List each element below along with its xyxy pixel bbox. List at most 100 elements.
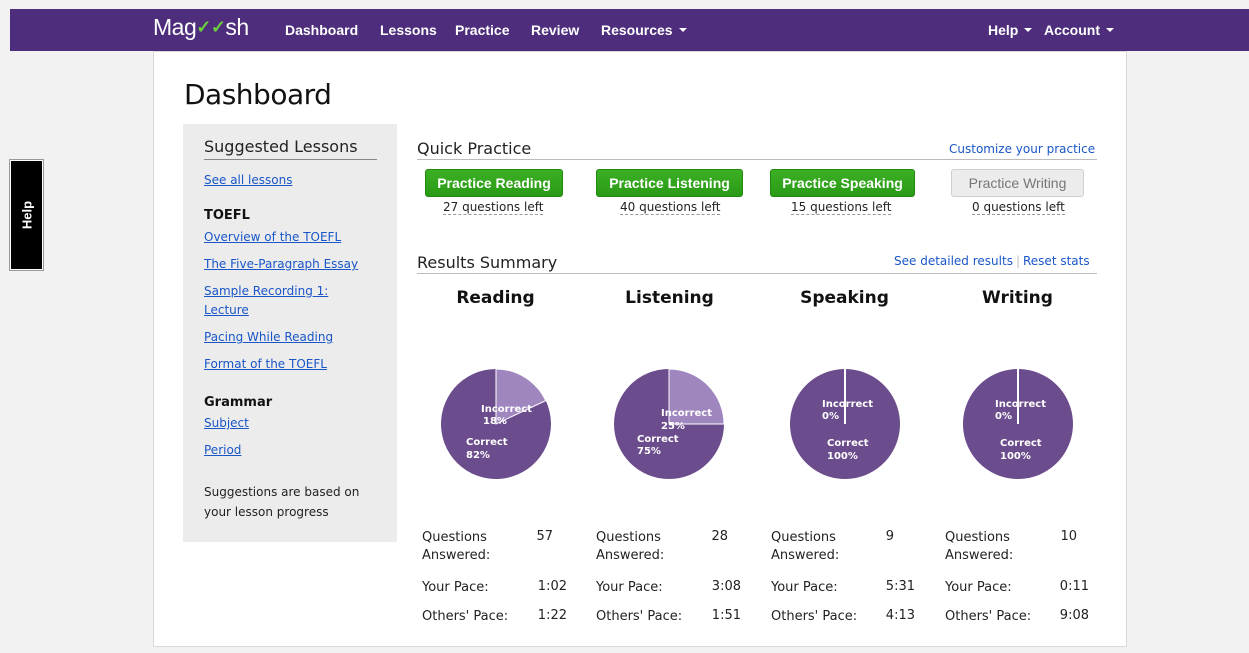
reading-pie-chart: Incorrect 18% Correct 82% — [441, 368, 551, 479]
help-side-tab-label: Help — [19, 200, 34, 230]
reading-questions-left: 27 questions left — [443, 200, 544, 215]
caret-down-icon — [1106, 28, 1114, 32]
lesson-link[interactable]: Sample Recording 1: — [204, 282, 328, 301]
results-links: See detailed results | Reset stats — [894, 254, 1090, 268]
magoosh-logo[interactable]: Mag✓✓sh — [153, 14, 249, 41]
pie-incorrect-label: Incorrect — [661, 408, 712, 419]
nav-review[interactable]: Review — [531, 22, 579, 38]
pie-incorrect-pct: 0% — [995, 411, 1012, 422]
nav-lessons[interactable]: Lessons — [380, 22, 437, 38]
questions-answered-label: Questions Answered: — [945, 529, 1013, 565]
see-all-lessons-link[interactable]: See all lessons — [204, 171, 292, 190]
lesson-link[interactable]: Overview of the TOEFL — [204, 228, 341, 247]
reading-pie-svg: Incorrect 18% Correct 82% — [441, 368, 551, 479]
answered-label: Answered: — [945, 548, 1014, 563]
lesson-link[interactable]: Pacing While Reading — [204, 328, 333, 347]
lesson-link[interactable]: The Five-Paragraph Essay — [204, 255, 358, 274]
answered-label: Answered: — [771, 548, 840, 563]
listening-questions-answered: 28 — [711, 529, 728, 544]
answered-label: Answered: — [596, 548, 665, 563]
pie-incorrect-label: Incorrect — [995, 399, 1046, 410]
writing-pie-chart: Incorrect 0% Correct 100% — [962, 369, 1073, 479]
nav-help[interactable]: Help — [988, 22, 1033, 38]
nav-dashboard[interactable]: Dashboard — [285, 22, 358, 38]
speaking-others-pace: 4:13 — [885, 608, 915, 623]
lesson-link[interactable]: Format of the TOEFL — [204, 355, 327, 374]
writing-results-title: Writing — [982, 288, 1053, 308]
nav-practice[interactable]: Practice — [455, 22, 509, 38]
questions-answered-label: Questions Answered: — [596, 529, 664, 565]
lesson-link[interactable]: Period — [204, 441, 241, 460]
reading-your-pace: 1:02 — [537, 579, 567, 594]
questions-label: Questions — [771, 530, 836, 545]
practice-writing-button[interactable]: Practice Writing — [951, 169, 1084, 197]
help-side-tab[interactable]: Help — [10, 160, 43, 270]
reading-results-title: Reading — [456, 288, 535, 308]
others-pace-label: Others' Pace: — [945, 609, 1032, 624]
writing-your-pace: 0:11 — [1059, 579, 1089, 594]
speaking-your-pace: 5:31 — [885, 579, 915, 594]
others-pace-label: Others' Pace: — [596, 609, 683, 624]
speaking-questions-left: 15 questions left — [791, 200, 892, 215]
customize-practice-link[interactable]: Customize your practice — [949, 142, 1095, 156]
pie-incorrect-pct: 18% — [483, 416, 507, 427]
nav-resources[interactable]: Resources — [601, 22, 687, 38]
listening-pie-svg: Incorrect 25% Correct 75% — [614, 368, 725, 479]
reset-stats-link[interactable]: Reset stats — [1023, 254, 1090, 268]
suggested-lessons-heading: Suggested Lessons — [204, 137, 377, 160]
your-pace-label: Your Pace: — [771, 580, 838, 595]
writing-questions-answered: 10 — [1060, 529, 1077, 544]
pie-correct-pct: 75% — [637, 446, 661, 457]
pie-correct-pct: 100% — [827, 451, 858, 462]
your-pace-label: Your Pace: — [596, 580, 663, 595]
questions-answered-label: Questions Answered: — [422, 529, 490, 565]
others-pace-label: Others' Pace: — [422, 609, 509, 624]
your-pace-label: Your Pace: — [422, 580, 489, 595]
questions-label: Questions — [596, 530, 661, 545]
pie-correct-pct: 82% — [466, 450, 490, 461]
link-separator: | — [1015, 254, 1020, 268]
listening-others-pace: 1:51 — [711, 608, 741, 623]
listening-questions-left: 40 questions left — [620, 200, 721, 215]
reading-questions-answered: 57 — [536, 529, 553, 544]
suggested-lessons-sidebar: Suggested Lessons See all lessons TOEFL … — [183, 124, 397, 542]
dashboard-panel: Dashboard Suggested Lessons See all less… — [153, 51, 1127, 647]
writing-pie-svg: Incorrect 0% Correct 100% — [962, 369, 1073, 479]
reading-others-pace: 1:22 — [537, 608, 567, 623]
listening-results-title: Listening — [625, 288, 714, 308]
toefl-heading: TOEFL — [204, 208, 250, 223]
pie-correct-label: Correct — [637, 434, 679, 445]
answered-label: Answered: — [422, 548, 491, 563]
page-title: Dashboard — [184, 78, 332, 111]
lesson-link[interactable]: Lecture — [204, 301, 249, 320]
nav-account-label: Account — [1044, 22, 1100, 38]
speaking-questions-answered: 9 — [885, 529, 894, 544]
caret-down-icon — [1024, 28, 1033, 32]
pie-correct-label: Correct — [466, 437, 508, 448]
practice-speaking-button[interactable]: Practice Speaking — [770, 169, 915, 197]
pie-incorrect-pct: 0% — [822, 411, 839, 422]
grammar-heading: Grammar — [204, 395, 273, 410]
pie-incorrect-label: Incorrect — [481, 404, 532, 415]
speaking-pie-chart: Incorrect 0% Correct 100% — [789, 369, 900, 479]
your-pace-label: Your Pace: — [945, 580, 1012, 595]
nav-resources-label: Resources — [601, 22, 673, 38]
speaking-pie-svg: Incorrect 0% Correct 100% — [789, 369, 900, 479]
others-pace-label: Others' Pace: — [771, 609, 858, 624]
practice-reading-button[interactable]: Practice Reading — [425, 169, 563, 197]
questions-label: Questions — [422, 530, 487, 545]
see-detailed-results-link[interactable]: See detailed results — [894, 254, 1013, 268]
pie-correct-pct: 100% — [1000, 451, 1031, 462]
nav-account[interactable]: Account — [1044, 22, 1114, 38]
writing-questions-left: 0 questions left — [972, 200, 1065, 215]
questions-answered-label: Questions Answered: — [771, 529, 839, 565]
logo-text-left: Mag — [153, 14, 197, 40]
pie-incorrect-pct: 25% — [661, 421, 685, 432]
lesson-link[interactable]: Subject — [204, 414, 249, 433]
logo-text-right: sh — [225, 14, 249, 40]
caret-down-icon — [678, 28, 687, 32]
practice-listening-button[interactable]: Practice Listening — [596, 169, 743, 197]
listening-pie-chart: Incorrect 25% Correct 75% — [614, 368, 725, 479]
nav-help-label: Help — [988, 22, 1019, 38]
questions-label: Questions — [945, 530, 1010, 545]
